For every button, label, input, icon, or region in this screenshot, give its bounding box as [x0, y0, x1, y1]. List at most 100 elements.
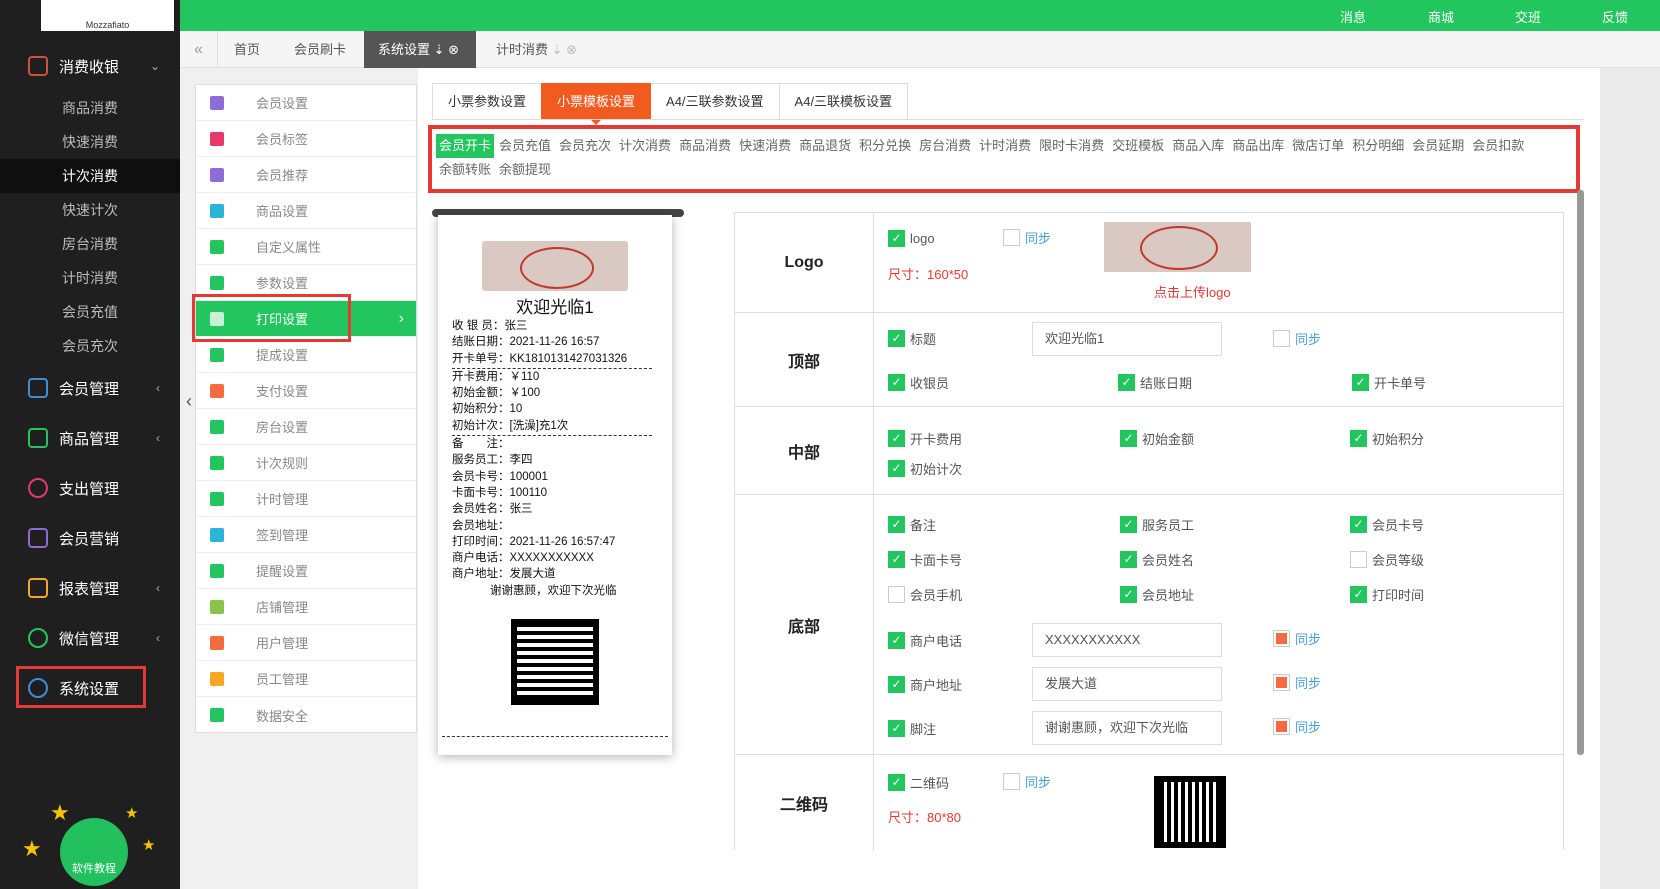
- tutorial-button[interactable]: 软件教程: [60, 818, 128, 886]
- type-item[interactable]: 积分兑换: [856, 134, 914, 158]
- scrollbar[interactable]: [1577, 190, 1584, 755]
- settings-timer[interactable]: 计时管理: [196, 481, 416, 517]
- settings-payment[interactable]: 支付设置: [196, 373, 416, 409]
- settings-reminder[interactable]: 提醒设置: [196, 553, 416, 589]
- tab-timed-consume[interactable]: 计时消费 ⇣ ⊗: [482, 31, 591, 68]
- nav-group-wechat[interactable]: 微信管理 ‹: [0, 613, 180, 663]
- topbar-feedback[interactable]: 反馈: [1602, 7, 1628, 26]
- title-input[interactable]: 欢迎光临1: [1032, 322, 1222, 356]
- settings-referral[interactable]: 会员推荐: [196, 157, 416, 193]
- checkbox-level[interactable]: 会员等级: [1350, 550, 1424, 569]
- topbar-mall[interactable]: 商城: [1428, 7, 1454, 26]
- nav-sub-timed-consume[interactable]: 计时消费: [0, 261, 180, 295]
- settings-count-rules[interactable]: 计次规则: [196, 445, 416, 481]
- topbar-messages[interactable]: 消息: [1340, 7, 1366, 26]
- shop-address-input[interactable]: 发展大道: [1032, 667, 1222, 701]
- close-icon[interactable]: ⊗: [566, 42, 577, 57]
- nav-sub-quick-count[interactable]: 快速计次: [0, 193, 180, 227]
- checkbox-title-sync[interactable]: 同步: [1273, 329, 1321, 348]
- shop-phone-input[interactable]: XXXXXXXXXXX: [1032, 623, 1222, 657]
- checkbox-printtime[interactable]: ✓ 打印时间: [1350, 585, 1424, 604]
- checkbox-shop-phone[interactable]: ✓ 商户电话: [888, 631, 962, 650]
- nav-sub-room-consume[interactable]: 房台消费: [0, 227, 180, 261]
- checkbox-name[interactable]: ✓ 会员姓名: [1120, 550, 1194, 569]
- checkbox-times[interactable]: ✓ 初始计次: [888, 459, 962, 478]
- type-item[interactable]: 会员充次: [556, 134, 614, 158]
- tab-receipt-template[interactable]: 小票模板设置: [541, 83, 652, 125]
- nav-group-goods[interactable]: 商品管理 ‹: [0, 413, 180, 463]
- checkbox-facecard[interactable]: ✓ 卡面卡号: [888, 550, 962, 569]
- checkbox-shop-address[interactable]: ✓ 商户地址: [888, 675, 962, 694]
- topbar-shift[interactable]: 交班: [1515, 7, 1541, 26]
- checkbox-logo[interactable]: ✓ logo: [888, 230, 935, 247]
- type-item[interactable]: 余额提现: [496, 158, 554, 182]
- type-item[interactable]: 快速消费: [736, 134, 794, 158]
- upload-logo-link[interactable]: 点击上传logo: [1154, 282, 1231, 301]
- type-item[interactable]: 商品出库: [1229, 134, 1287, 158]
- checkbox-cardnum[interactable]: ✓ 会员卡号: [1350, 515, 1424, 534]
- checkbox-shop-phone-sync[interactable]: 同步: [1273, 629, 1321, 648]
- settings-goods[interactable]: 商品设置: [196, 193, 416, 229]
- type-item[interactable]: 会员延期: [1409, 134, 1467, 158]
- nav-group-marketing[interactable]: 会员营销: [0, 513, 180, 563]
- double-chevron-left-icon[interactable]: «: [180, 31, 218, 68]
- footer-input[interactable]: 谢谢惠顾，欢迎下次光临: [1032, 711, 1222, 745]
- settings-staff[interactable]: 员工管理: [196, 661, 416, 697]
- checkbox-date[interactable]: ✓ 结账日期: [1118, 373, 1192, 392]
- nav-group-expense[interactable]: 支出管理: [0, 463, 180, 513]
- settings-commission[interactable]: 提成设置: [196, 337, 416, 373]
- type-item[interactable]: 交班模板: [1109, 134, 1167, 158]
- nav-sub-member-count-recharge[interactable]: 会员充次: [0, 329, 180, 363]
- checkbox-remark[interactable]: ✓ 备注: [888, 515, 936, 534]
- type-item[interactable]: 会员扣款: [1469, 134, 1527, 158]
- tab-home[interactable]: 首页: [220, 31, 274, 68]
- checkbox-staff[interactable]: ✓ 服务员工: [1120, 515, 1194, 534]
- tab-system-settings[interactable]: 系统设置 ⇣ ⊗: [364, 31, 476, 68]
- logo-preview-image[interactable]: [1104, 222, 1251, 272]
- type-item[interactable]: 商品消费: [676, 134, 734, 158]
- settings-member[interactable]: 会员设置: [196, 85, 416, 121]
- settings-tags[interactable]: 会员标签: [196, 121, 416, 157]
- tab-member-card[interactable]: 会员刷卡: [280, 31, 360, 68]
- type-item[interactable]: 限时卡消费: [1036, 134, 1107, 158]
- collapse-left-icon[interactable]: ‹: [186, 391, 192, 412]
- nav-group-reports[interactable]: 报表管理 ‹: [0, 563, 180, 613]
- checkbox-cashier[interactable]: ✓ 收银员: [888, 373, 949, 392]
- close-icon[interactable]: ⊗: [448, 42, 459, 57]
- settings-users[interactable]: 用户管理: [196, 625, 416, 661]
- checkbox-qr-sync[interactable]: 同步: [1003, 772, 1051, 791]
- checkbox-footer-sync[interactable]: 同步: [1273, 717, 1321, 736]
- type-item[interactable]: 余额转账: [436, 158, 494, 182]
- nav-group-members[interactable]: 会员管理 ‹: [0, 363, 180, 413]
- checkbox-logo-sync[interactable]: 同步: [1003, 228, 1051, 247]
- settings-custom-attr[interactable]: 自定义属性: [196, 229, 416, 265]
- type-item[interactable]: 会员充值: [496, 134, 554, 158]
- tab-a4-params[interactable]: A4/三联参数设置: [650, 83, 780, 119]
- settings-data-security[interactable]: 数据安全: [196, 697, 416, 733]
- settings-checkin[interactable]: 签到管理: [196, 517, 416, 553]
- checkbox-qr[interactable]: ✓ 二维码: [888, 773, 949, 792]
- checkbox-address[interactable]: ✓ 会员地址: [1120, 585, 1194, 604]
- nav-sub-quick-consume[interactable]: 快速消费: [0, 125, 180, 159]
- type-open-card[interactable]: 会员开卡: [436, 134, 495, 158]
- checkbox-footer[interactable]: ✓ 脚注: [888, 719, 936, 738]
- type-item[interactable]: 计次消费: [616, 134, 674, 158]
- checkbox-points[interactable]: ✓ 初始积分: [1350, 429, 1424, 448]
- type-item[interactable]: 商品入库: [1169, 134, 1227, 158]
- settings-room[interactable]: 房台设置: [196, 409, 416, 445]
- tab-a4-template[interactable]: A4/三联模板设置: [778, 83, 909, 119]
- nav-sub-count-consume[interactable]: 计次消费: [0, 159, 180, 193]
- type-item[interactable]: 计时消费: [976, 134, 1034, 158]
- nav-group-cashier[interactable]: 消费收银 ⌄: [0, 41, 180, 91]
- type-item[interactable]: 积分明细: [1349, 134, 1407, 158]
- checkbox-amount[interactable]: ✓ 初始金额: [1120, 429, 1194, 448]
- checkbox-fee[interactable]: ✓ 开卡费用: [888, 429, 962, 448]
- type-item[interactable]: 房台消费: [916, 134, 974, 158]
- type-item[interactable]: 微店订单: [1289, 134, 1347, 158]
- nav-sub-member-recharge[interactable]: 会员充值: [0, 295, 180, 329]
- nav-sub-goods-consume[interactable]: 商品消费: [0, 91, 180, 125]
- checkbox-phone[interactable]: 会员手机: [888, 585, 962, 604]
- tab-receipt-params[interactable]: 小票参数设置: [432, 83, 543, 119]
- checkbox-cardno[interactable]: ✓ 开卡单号: [1352, 373, 1426, 392]
- settings-store[interactable]: 店铺管理: [196, 589, 416, 625]
